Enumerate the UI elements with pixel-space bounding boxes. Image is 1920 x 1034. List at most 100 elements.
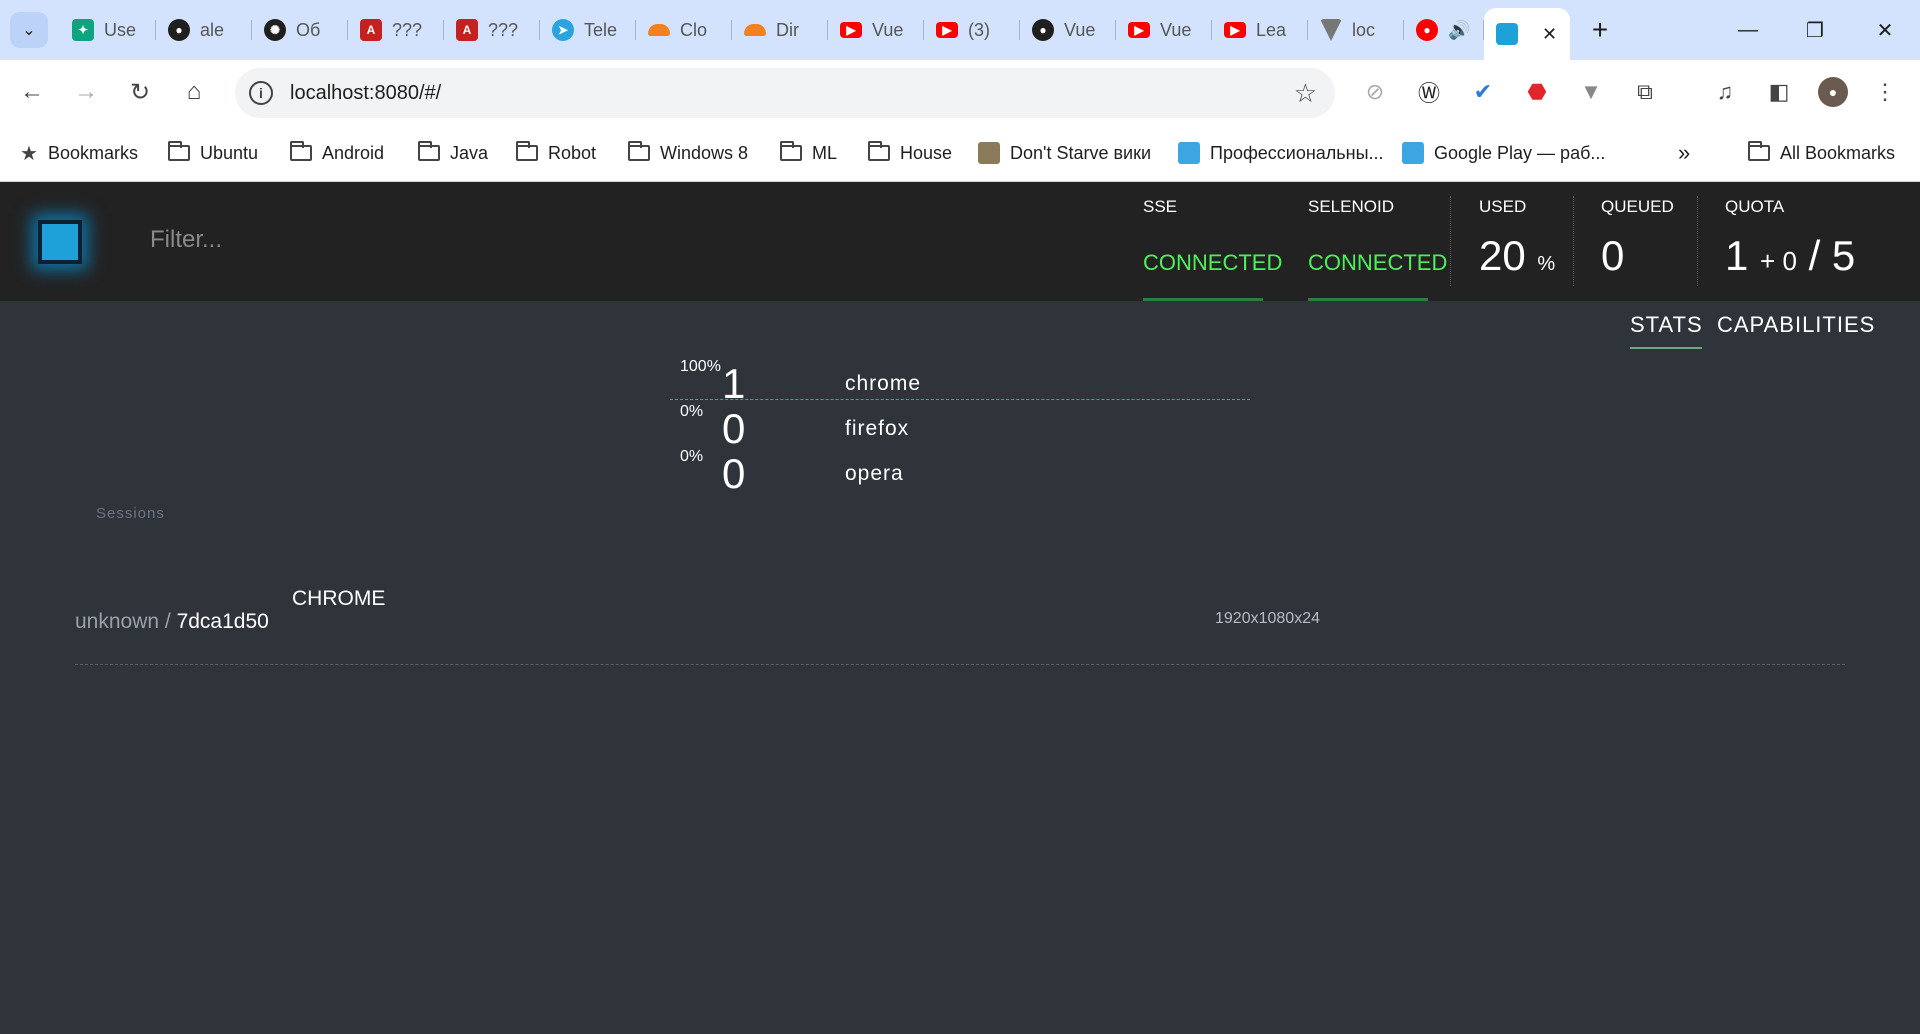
bookmark-folder[interactable]: House: [868, 138, 952, 168]
browser-tab[interactable]: A???: [444, 8, 540, 52]
folder-icon: [168, 141, 190, 161]
reload-icon[interactable]: ↻: [122, 74, 158, 110]
browser-name[interactable]: firefox: [845, 417, 909, 441]
telegram-icon: ➤: [552, 19, 574, 41]
quota-used: 1: [1725, 232, 1749, 279]
browser-tab-active[interactable]: ✕: [1484, 8, 1570, 60]
quota-title: QUOTA: [1725, 197, 1785, 216]
tab-stats[interactable]: STATS: [1630, 312, 1703, 338]
browser-tab[interactable]: ✦ Use: [60, 8, 156, 52]
bookmark-link[interactable]: Don't Starve вики: [978, 138, 1151, 168]
tab-search-button[interactable]: ⌄: [10, 12, 48, 48]
folder-label: Windows 8: [660, 142, 749, 163]
bookmarks-label: Bookmarks: [47, 142, 138, 163]
dont-starve-icon: [978, 142, 1000, 164]
new-tab-button[interactable]: +: [1578, 8, 1622, 52]
bookmarks-button[interactable]: ★ Bookmarks: [20, 138, 138, 168]
close-icon[interactable]: ✕: [1542, 24, 1557, 45]
app-header: SSE CONNECTED SELENOID CONNECTED USED 20…: [0, 182, 1920, 301]
bookmark-folder[interactable]: Java: [418, 138, 488, 168]
youtube-icon: ▶: [1224, 22, 1246, 38]
sse-connected: CONNECTED: [1143, 250, 1283, 275]
side-panel-icon[interactable]: ◧: [1764, 77, 1794, 107]
folder-label: Robot: [548, 142, 597, 163]
tab-list: ✦ Use ● ale ✺ Об A??? A??? ➤ Tele Clo Dir ▶ V…: [60, 8, 1622, 60]
session-row[interactable]: unknown / 7dca1d50 CHROME 1920x1080x24: [75, 580, 1845, 665]
browser-pct: 100%: [680, 358, 721, 375]
bookmark-star-icon[interactable]: ☆: [1294, 78, 1317, 109]
restore-icon[interactable]: ❐: [1795, 12, 1835, 48]
bookmark-folder[interactable]: Ubuntu: [168, 138, 258, 168]
divider: [1573, 196, 1574, 286]
bookmark-folder[interactable]: Android: [290, 138, 384, 168]
cloudflare-icon: [744, 24, 766, 36]
browser-pct: 0%: [680, 448, 704, 465]
browser-tab[interactable]: ▶ (3): [924, 8, 1020, 52]
wordpress-extension-icon[interactable]: Ⓦ: [1414, 77, 1444, 107]
all-bookmarks-button[interactable]: All Bookmarks: [1748, 138, 1895, 168]
tab-capabilities[interactable]: CAPABILITIES: [1717, 312, 1875, 338]
browser-tab[interactable]: A???: [348, 8, 444, 52]
selenoid-underline: [1308, 298, 1428, 301]
browser-row-separator: [670, 399, 1250, 400]
browser-tab[interactable]: ▶ Vue: [828, 8, 924, 52]
bookmark-folder[interactable]: Robot: [516, 138, 596, 168]
youtube-icon: ▶: [1128, 22, 1150, 38]
speaker-icon[interactable]: 🔊: [1448, 20, 1470, 41]
bookmark-link[interactable]: Google Play — раб...: [1402, 138, 1605, 168]
compass-extension-icon[interactable]: ⊘: [1360, 77, 1390, 107]
folder-label: Android: [322, 142, 385, 163]
filter-input[interactable]: [150, 226, 1050, 254]
quota-pending: + 0: [1760, 246, 1797, 276]
cloudflare-icon: [648, 24, 670, 36]
bookmark-folder[interactable]: Windows 8: [628, 138, 748, 168]
bookmark-folder[interactable]: ML: [780, 138, 837, 168]
folder-icon: [418, 141, 440, 161]
address-bar[interactable]: i localhost:8080/#/ ☆: [235, 68, 1335, 118]
browser-name[interactable]: chrome: [845, 372, 921, 396]
github-icon: ●: [1032, 19, 1054, 41]
forward-icon[interactable]: →: [68, 74, 104, 110]
sse-title: SSE: [1143, 197, 1178, 216]
home-icon[interactable]: ⌂: [176, 74, 212, 110]
browser-tab-audio[interactable]: ● 🔊: [1404, 8, 1484, 52]
browser-stat-row: 100% 1 chrome: [670, 358, 1250, 407]
url-text[interactable]: localhost:8080/#/: [290, 82, 441, 105]
back-icon[interactable]: ←: [14, 74, 50, 110]
browser-tab[interactable]: ▶ Lea: [1212, 8, 1308, 52]
pdf-icon: A: [456, 19, 478, 41]
browser-name[interactable]: opera: [845, 462, 904, 486]
queued-title: QUEUED: [1601, 197, 1674, 216]
browser-tab[interactable]: ▶ Vue: [1116, 8, 1212, 52]
browser-tab[interactable]: Clo: [636, 8, 732, 52]
media-control-icon[interactable]: ♫: [1710, 77, 1740, 107]
folder-icon: [1748, 141, 1770, 161]
adblock-extension-icon[interactable]: ⬣: [1522, 77, 1552, 107]
check-extension-icon[interactable]: ✔: [1468, 77, 1498, 107]
folder-icon: [868, 141, 890, 161]
youtube-music-icon: ●: [1416, 19, 1438, 41]
selenoid-logo[interactable]: [38, 220, 82, 264]
browser-count: 0: [722, 405, 746, 452]
minimize-icon[interactable]: —: [1728, 12, 1768, 48]
extensions-puzzle-icon[interactable]: ⧉: [1630, 77, 1660, 107]
menu-kebab-icon[interactable]: ⋮: [1870, 77, 1900, 107]
browser-tab[interactable]: loc: [1308, 8, 1404, 52]
tab-label: Об: [296, 19, 321, 40]
session-screen-resolution: 1920x1080x24: [1215, 610, 1320, 627]
session-id[interactable]: 7dca1d50: [177, 610, 269, 633]
browser-tab[interactable]: Dir: [732, 8, 828, 52]
bookmark-link[interactable]: Профессиональны...: [1178, 138, 1384, 168]
folder-icon: [290, 141, 312, 161]
browser-tab[interactable]: ● Vue: [1020, 8, 1116, 52]
browser-tab[interactable]: ✺ Об: [252, 8, 348, 52]
vuetify-extension-icon[interactable]: ▼: [1576, 77, 1606, 107]
session-user: unknown: [75, 610, 160, 633]
site-info-icon[interactable]: i: [249, 81, 273, 105]
bookmarks-bar: ★ Bookmarks Ubuntu Android Java Robot Win…: [0, 124, 1920, 182]
avatar[interactable]: ●: [1818, 77, 1848, 107]
close-window-icon[interactable]: ✕: [1865, 12, 1905, 48]
browser-tab[interactable]: ● ale: [156, 8, 252, 52]
more-bookmarks-chevron-icon[interactable]: »: [1678, 138, 1690, 168]
browser-tab[interactable]: ➤ Tele: [540, 8, 636, 52]
